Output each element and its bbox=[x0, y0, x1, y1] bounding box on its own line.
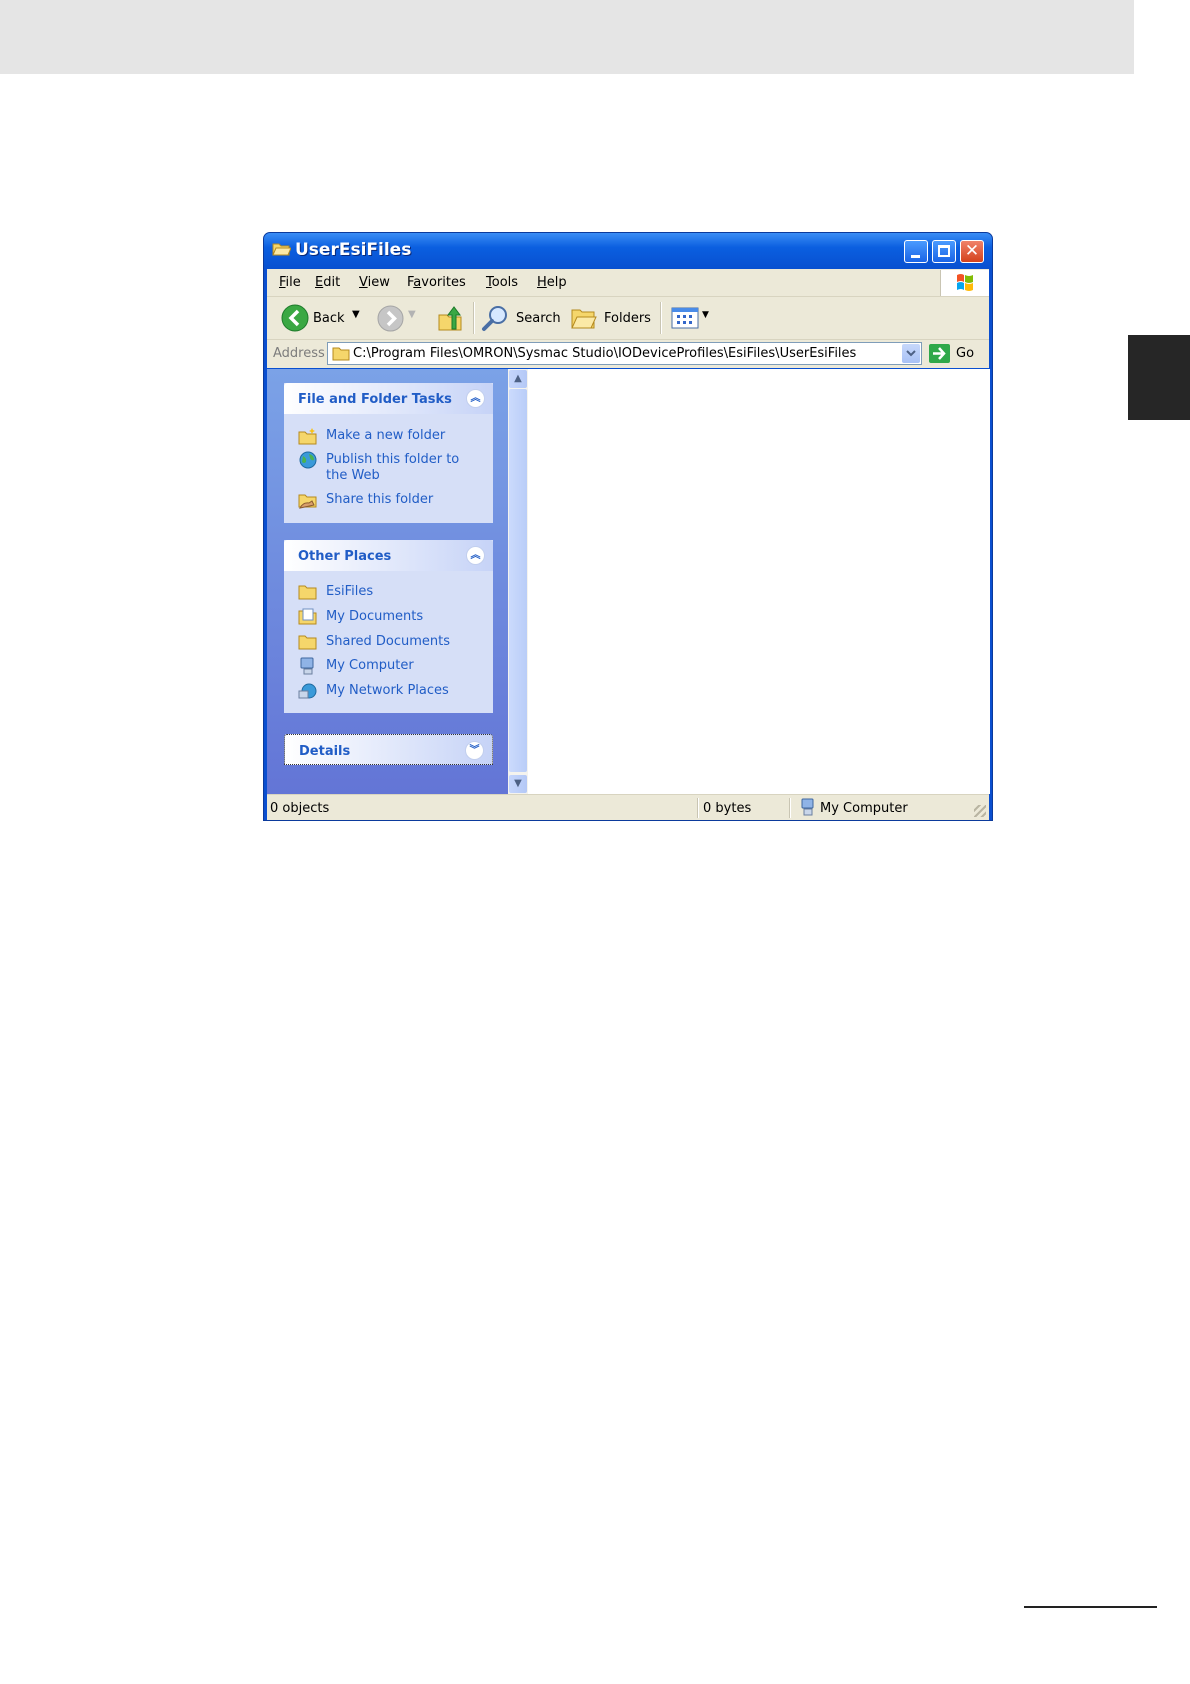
toolbar-separator bbox=[660, 302, 662, 334]
documents-icon bbox=[298, 608, 317, 625]
computer-icon bbox=[300, 657, 314, 675]
collapse-chevron-up-icon[interactable]: ︽ bbox=[466, 546, 485, 565]
maximize-icon bbox=[938, 245, 950, 257]
menu-view-accel: V bbox=[359, 275, 368, 290]
menu-edit[interactable]: Edit bbox=[315, 275, 340, 290]
go-label[interactable]: Go bbox=[956, 346, 974, 361]
folders-label: Folders bbox=[604, 311, 651, 326]
details-header[interactable]: Details ︾ bbox=[284, 734, 493, 765]
task-pane-scrollbar[interactable]: ▲ ▼ bbox=[508, 369, 528, 794]
window-title: UserEsiFiles bbox=[295, 240, 412, 260]
back-arrow-icon bbox=[281, 304, 309, 332]
chapter-tab-marker bbox=[1128, 335, 1190, 420]
expand-chevron-down-icon[interactable]: ︾ bbox=[465, 741, 484, 760]
go-arrow-icon bbox=[933, 347, 946, 360]
globe-icon bbox=[299, 451, 317, 469]
forward-dropdown-icon[interactable]: ▼ bbox=[408, 309, 416, 320]
place-shared-documents-label: Shared Documents bbox=[326, 634, 451, 649]
task-publish-folder-label: Publish this folder to the Web bbox=[326, 452, 460, 483]
address-value: C:\Program Files\OMRON\Sysmac Studio\IOD… bbox=[353, 346, 857, 361]
details-panel: Details ︾ bbox=[284, 734, 493, 765]
menu-favorites[interactable]: Favorites bbox=[407, 275, 466, 290]
toolbar-separator bbox=[473, 302, 475, 334]
scroll-down-button[interactable]: ▼ bbox=[509, 775, 527, 793]
status-separator bbox=[789, 798, 791, 818]
minimize-icon bbox=[911, 255, 920, 258]
search-label: Search bbox=[516, 311, 561, 326]
collapse-chevron-up-icon[interactable]: ︽ bbox=[466, 389, 485, 408]
windows-logo-icon bbox=[940, 270, 989, 296]
place-my-documents-label: My Documents bbox=[326, 609, 424, 624]
menu-help[interactable]: Help bbox=[537, 275, 567, 290]
menu-view[interactable]: View bbox=[359, 275, 390, 290]
file-folder-tasks-title: File and Folder Tasks bbox=[298, 392, 452, 407]
file-list-area[interactable] bbox=[528, 369, 990, 794]
page-header-band bbox=[0, 0, 1134, 74]
folder-icon bbox=[332, 347, 350, 361]
menu-help-rest: elp bbox=[546, 275, 567, 290]
chevron-down-icon bbox=[906, 350, 916, 357]
status-location: My Computer bbox=[820, 801, 908, 816]
menu-edit-accel: E bbox=[315, 275, 324, 290]
up-folder-icon[interactable] bbox=[437, 305, 465, 333]
place-my-network-places-label: My Network Places bbox=[326, 683, 449, 698]
menu-favorites-rest: vorites bbox=[421, 275, 466, 290]
folder-open-icon bbox=[272, 243, 291, 256]
file-folder-tasks-panel: File and Folder Tasks ︽ Make a new folde… bbox=[284, 383, 493, 523]
windows-flag-icon bbox=[957, 274, 973, 291]
status-separator bbox=[697, 798, 699, 818]
folders-icon bbox=[571, 309, 597, 329]
place-my-computer-label: My Computer bbox=[326, 658, 414, 673]
menu-help-accel: H bbox=[537, 275, 547, 290]
folder-icon bbox=[298, 635, 317, 650]
network-icon bbox=[298, 683, 317, 699]
scroll-thumb[interactable] bbox=[509, 389, 527, 772]
address-input[interactable]: C:\Program Files\OMRON\Sysmac Studio\IOD… bbox=[327, 342, 922, 365]
back-dropdown-icon[interactable]: ▼ bbox=[352, 309, 360, 320]
menu-view-rest: iew bbox=[367, 275, 390, 290]
address-label: Address bbox=[273, 346, 325, 361]
minimize-button[interactable] bbox=[904, 240, 928, 263]
task-pane: File and Folder Tasks ︽ Make a new folde… bbox=[267, 369, 508, 794]
status-bar: 0 objects 0 bytes My Computer bbox=[267, 794, 989, 820]
place-esifiles-label: EsiFiles bbox=[326, 584, 374, 599]
back-label: Back bbox=[313, 311, 345, 326]
menu-edit-rest: dit bbox=[323, 275, 341, 290]
file-folder-tasks-header[interactable]: File and Folder Tasks ︽ bbox=[284, 383, 493, 414]
menu-tools[interactable]: Tools bbox=[486, 275, 518, 290]
share-folder-icon bbox=[298, 494, 317, 509]
maximize-button[interactable] bbox=[932, 240, 956, 263]
other-places-panel: Other Places ︽ EsiFiles My Documents Sha… bbox=[284, 540, 493, 713]
new-folder-icon bbox=[298, 428, 317, 445]
close-button[interactable]: ✕ bbox=[960, 240, 984, 263]
folder-icon bbox=[298, 585, 317, 600]
status-object-count: 0 objects bbox=[270, 801, 330, 816]
details-title: Details bbox=[299, 744, 351, 759]
menu-tools-rest: ools bbox=[491, 275, 519, 290]
footer-rule bbox=[1024, 1606, 1157, 1608]
close-icon: ✕ bbox=[964, 241, 980, 261]
explorer-window: UserEsiFiles ✕ File Edit View Favorites … bbox=[263, 232, 993, 821]
go-button[interactable] bbox=[929, 344, 950, 363]
toolbar: Back ▼ ▼ Search Folders ▼ bbox=[267, 297, 989, 340]
address-bar: Address C:\Program Files\OMRON\Sysmac St… bbox=[267, 340, 989, 368]
menu-file[interactable]: File bbox=[279, 275, 301, 290]
views-icon bbox=[671, 307, 699, 329]
menu-file-rest: ile bbox=[285, 275, 301, 290]
computer-icon bbox=[801, 798, 814, 816]
search-icon bbox=[482, 306, 507, 331]
other-places-header[interactable]: Other Places ︽ bbox=[284, 540, 493, 571]
task-share-folder-label: Share this folder bbox=[326, 492, 434, 507]
scroll-up-button[interactable]: ▲ bbox=[509, 370, 527, 388]
forward-arrow-icon[interactable] bbox=[377, 305, 404, 332]
resize-grip-icon[interactable] bbox=[974, 805, 986, 817]
address-dropdown-button[interactable] bbox=[902, 344, 920, 363]
other-places-title: Other Places bbox=[298, 549, 392, 564]
title-bar[interactable]: UserEsiFiles ✕ bbox=[264, 233, 992, 269]
menu-bar: File Edit View Favorites Tools Help bbox=[267, 269, 989, 297]
status-size: 0 bytes bbox=[703, 801, 752, 816]
task-make-new-folder-label: Make a new folder bbox=[326, 428, 446, 443]
views-dropdown-icon: ▼ bbox=[702, 310, 709, 320]
